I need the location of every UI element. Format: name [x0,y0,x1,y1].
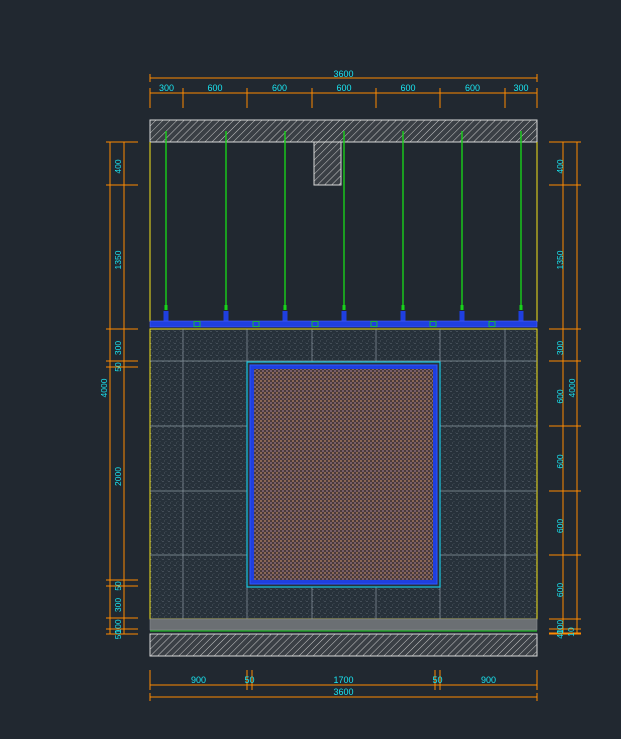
dimension-label-right: 600 [555,583,565,597]
dimension-label-top: 600 [336,83,351,93]
dimension-label-right: 1350 [555,250,565,269]
dimension-label-right: 40 [555,629,565,639]
dimension-label-right: 600 [555,454,565,468]
dimension-label-bottom: 50 [244,675,254,685]
hanger-bolt [400,311,406,321]
dimension-total-bottom: 3600 [333,687,353,697]
dimension-label-left: 2000 [113,467,123,486]
hanger-clip [460,305,464,310]
dimension-label-right: 10 [566,627,576,637]
feature-panel-fill [254,369,433,580]
dimension-label-bottom: 900 [191,675,206,685]
dimension-label-left: 400 [113,159,123,173]
hanger-clip [164,305,168,310]
dimension-label-right: 300 [555,341,565,355]
dimension-label-left: 50 [113,581,123,591]
dimension-label-top: 300 [513,83,528,93]
dimension-label-left: 300 [113,598,123,612]
dimension-label-top: 600 [272,83,287,93]
dimension-label-top: 600 [465,83,480,93]
dimension-label-top: 600 [207,83,222,93]
dimension-label-right: 600 [555,519,565,533]
hanger-clip [342,305,346,310]
hanger-clip [519,305,523,310]
dimension-label-bottom: 50 [432,675,442,685]
dimension-label-left: 50 [113,362,123,372]
hanger-clip [283,305,287,310]
hanger-clip [401,305,405,310]
hanger-bolt [163,311,169,321]
dimension-label-right: 600 [555,389,565,403]
dimension-label-bottom: 1700 [333,675,353,685]
ceiling-keel [149,320,538,328]
dimension-label-top: 300 [159,83,174,93]
skirting-base [149,618,538,631]
hanger-bolt [459,311,465,321]
floor-slab [149,633,538,657]
dimension-right: 400135030060060060060010040 104000 [549,141,581,639]
hanger-bolt [341,311,347,321]
dimension-label-left: 300 [113,341,123,355]
dimension-total-top: 3600 [333,69,353,79]
dimension-label-top: 600 [400,83,415,93]
cad-drawing: 300 600 600 600 600 600 3003600 900 50 1700 50 900… [99,69,581,701]
hanger-bolt [282,311,288,321]
dimension-label-left: 50 [113,630,123,640]
beam [313,141,342,186]
dimension-left: 400135030050200050300100504000 [99,141,138,640]
hanger-bolt [518,311,524,321]
dimension-bottom: 900 50 1700 50 900 3600 [149,670,538,701]
dimension-top: 300 600 600 600 600 600 300 3600 [149,69,538,108]
hanger-bolt [223,311,229,321]
dimension-label-right: 400 [555,159,565,173]
dimension-total-right: 4000 [567,378,577,397]
hanger-rods [163,131,524,321]
dimension-label-left: 1350 [113,250,123,269]
hanger-clip [224,305,228,310]
dimension-total-left: 4000 [99,378,109,397]
dimension-label-bottom: 900 [481,675,496,685]
